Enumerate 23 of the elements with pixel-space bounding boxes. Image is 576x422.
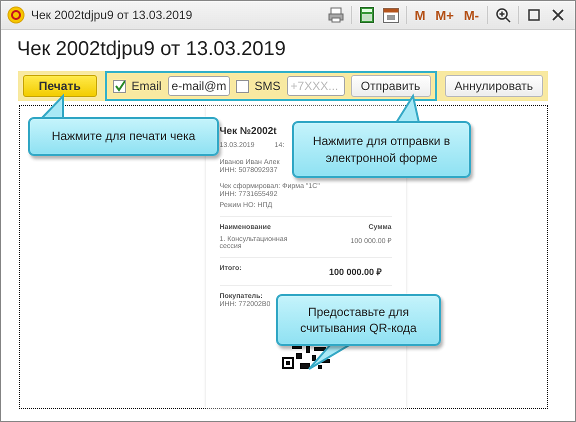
- callout-tooltip: Нажмите для печати чека: [28, 117, 219, 156]
- email-field[interactable]: e-mail@m: [168, 76, 230, 96]
- callout-tooltip: Нажмите для отправки в электронной форме: [292, 121, 471, 178]
- print-button[interactable]: Печать: [23, 75, 97, 97]
- cancel-button[interactable]: Аннулировать: [444, 75, 543, 97]
- printer-icon[interactable]: [326, 5, 345, 25]
- sms-label: SMS: [254, 79, 281, 93]
- calendar-icon[interactable]: [382, 5, 400, 25]
- sms-checkbox[interactable]: [236, 80, 249, 92]
- phone-field[interactable]: +7XXX...: [286, 76, 345, 96]
- callout-tooltip: Предоставьте для считывания QR-кода: [276, 294, 441, 346]
- send-button[interactable]: Отправить: [350, 75, 431, 97]
- email-label: Email: [132, 79, 162, 93]
- receipt-title: Чек №2002t: [220, 126, 278, 137]
- email-checkbox[interactable]: [112, 80, 126, 92]
- memory-button[interactable]: M: [412, 8, 428, 22]
- calculator-icon[interactable]: [358, 5, 376, 25]
- window-title: Чек 2002tdjpu9 от 13.03.2019: [31, 8, 194, 22]
- page-heading: Чек 2002tdjpu9 от 13.03.2019: [16, 37, 287, 62]
- total-value: 100 000.00 ₽: [328, 266, 382, 278]
- memory-button[interactable]: M-: [462, 8, 481, 22]
- memory-button[interactable]: M+: [433, 8, 456, 22]
- app-logo-icon: [7, 6, 25, 24]
